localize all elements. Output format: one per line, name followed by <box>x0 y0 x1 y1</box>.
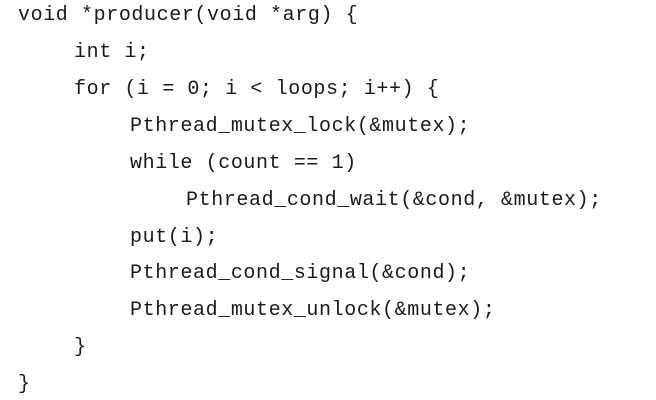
code-line-2: int i; <box>74 41 150 64</box>
code-line-4: Pthread_mutex_lock(&mutex); <box>130 115 471 138</box>
code-line-6: Pthread_cond_wait(&cond, &mutex); <box>186 189 602 212</box>
code-line-3: for (i = 0; i < loops; i++) { <box>74 78 440 101</box>
code-line-5: while (count == 1) <box>130 152 357 175</box>
code-line-7: put(i); <box>130 226 219 249</box>
code-line-10: } <box>74 336 87 359</box>
code-line-1: void *producer(void *arg) { <box>18 4 359 27</box>
code-listing: void *producer(void *arg) { int i; for (… <box>0 0 656 400</box>
code-line-11: } <box>18 373 31 396</box>
code-line-9: Pthread_mutex_unlock(&mutex); <box>130 299 496 322</box>
code-line-8: Pthread_cond_signal(&cond); <box>130 262 471 285</box>
